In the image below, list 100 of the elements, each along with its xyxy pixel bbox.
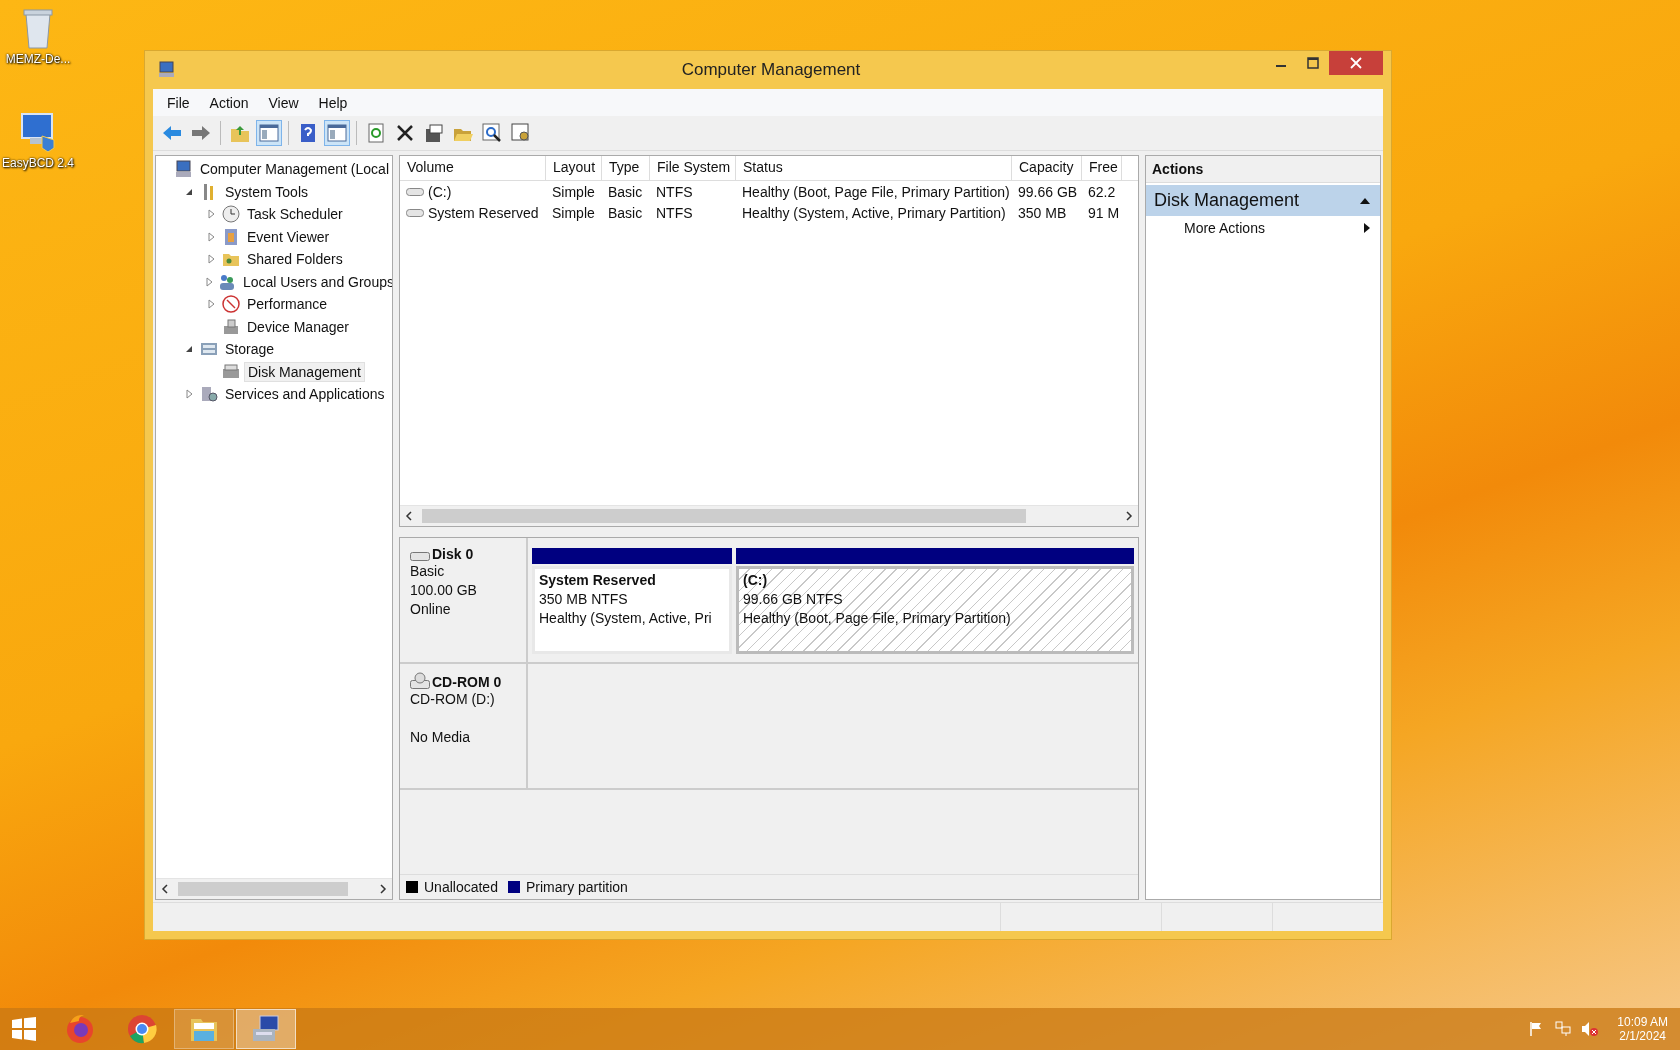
monitor-icon bbox=[174, 160, 193, 179]
disk-detail: No Media bbox=[410, 728, 471, 747]
taskbar-app-button[interactable] bbox=[236, 1009, 296, 1049]
partition-status: Healthy (System, Active, Pri bbox=[539, 609, 713, 628]
scroll-right-icon[interactable] bbox=[1124, 511, 1134, 521]
column-header[interactable]: Status bbox=[736, 156, 1012, 180]
table-cell: Simple bbox=[552, 204, 595, 221]
tree-item[interactable]: Disk Management bbox=[244, 361, 365, 382]
column-header[interactable]: File System bbox=[650, 156, 736, 180]
clock-time: 10:09 AM bbox=[1617, 1015, 1668, 1029]
actions-section-header[interactable]: Disk Management bbox=[1146, 185, 1380, 216]
taskbar-app-button[interactable] bbox=[174, 1009, 234, 1049]
table-cell: 91 M bbox=[1088, 204, 1120, 221]
tree-item[interactable]: Performance bbox=[244, 295, 331, 314]
partition-box[interactable]: (C:) 99.66 GB NTFS Healthy (Boot, Page File, Primary Partition) bbox=[736, 566, 1134, 654]
disk-icon bbox=[222, 362, 240, 381]
refresh-icon bbox=[365, 122, 387, 144]
table-cell: System Reserved bbox=[428, 204, 539, 221]
windows-logo-icon bbox=[11, 1016, 37, 1042]
maximize-icon bbox=[1307, 57, 1319, 69]
minimize-icon bbox=[1276, 65, 1286, 67]
partition-status: Healthy (Boot, Page File, Primary Partition) bbox=[743, 609, 1012, 628]
scrollbar-thumb[interactable] bbox=[178, 882, 348, 896]
partition-box[interactable]: System Reserved 350 MB NTFS Healthy (System, Active, Pri bbox=[532, 566, 732, 654]
settings-icon bbox=[510, 122, 532, 144]
log-icon bbox=[222, 227, 240, 246]
disk-detail: CD-ROM (D:) bbox=[410, 690, 496, 709]
actions-header: Actions bbox=[1146, 156, 1380, 183]
network-icon[interactable] bbox=[1555, 1021, 1572, 1037]
properties-icon bbox=[423, 122, 445, 144]
recycle-bin-icon[interactable] bbox=[20, 6, 56, 50]
partition-name: System Reserved bbox=[539, 571, 657, 590]
clock-date: 2/1/2024 bbox=[1619, 1029, 1666, 1043]
drive-icon bbox=[406, 207, 424, 218]
table-cell: NTFS bbox=[656, 204, 693, 221]
pane-button[interactable] bbox=[256, 120, 282, 146]
column-header[interactable]: Free bbox=[1082, 156, 1122, 180]
tree-item[interactable]: Event Viewer bbox=[244, 227, 333, 246]
pane-icon bbox=[326, 122, 348, 144]
table-cell: 350 MB bbox=[1018, 204, 1067, 221]
scroll-left-icon[interactable] bbox=[160, 884, 170, 894]
tree-item[interactable]: Shared Folders bbox=[244, 250, 346, 269]
firefox-icon bbox=[64, 1013, 96, 1045]
column-header[interactable]: Layout bbox=[546, 156, 602, 180]
disk-info-panel[interactable]: Disk 0 Basic 100.00 GB Online bbox=[400, 538, 528, 662]
tree-item[interactable]: System Tools bbox=[222, 182, 311, 201]
close-button[interactable] bbox=[1329, 51, 1383, 75]
table-cell: 62.2 bbox=[1088, 183, 1116, 200]
submenu-arrow-icon bbox=[1364, 223, 1370, 233]
disk-info-panel[interactable]: CD-ROM 0 CD-ROM (D:) No Media bbox=[400, 664, 528, 788]
column-header[interactable]: Type bbox=[602, 156, 650, 180]
column-header[interactable]: Volume bbox=[400, 156, 546, 180]
cd-drive-icon bbox=[410, 672, 430, 690]
action-link[interactable]: More Actions bbox=[1184, 220, 1265, 236]
menu-item[interactable]: File bbox=[157, 91, 200, 114]
table-cell: Healthy (System, Active, Primary Partition) bbox=[742, 204, 1006, 221]
scrollbar-thumb[interactable] bbox=[422, 509, 1026, 523]
scroll-right-icon[interactable] bbox=[378, 884, 388, 894]
drive-icon bbox=[406, 186, 424, 197]
scroll-left-icon[interactable] bbox=[404, 511, 414, 521]
expand-arrow-icon[interactable] bbox=[184, 389, 194, 400]
disk-detail: Online bbox=[410, 600, 452, 619]
menu-item[interactable]: View bbox=[258, 91, 309, 114]
disk-name: Disk 0 bbox=[432, 546, 474, 562]
legend-label: Primary partition bbox=[525, 879, 628, 895]
expand-arrow-icon[interactable] bbox=[206, 231, 216, 242]
tree-item[interactable]: Services and Applications bbox=[222, 385, 388, 404]
column-header[interactable]: Capacity bbox=[1012, 156, 1082, 180]
speaker-muted-icon[interactable] bbox=[1581, 1021, 1600, 1037]
table-cell: 99.66 GB bbox=[1018, 183, 1078, 200]
tree-item[interactable]: Computer Management (Local bbox=[196, 160, 392, 179]
expand-arrow-icon[interactable] bbox=[204, 276, 214, 287]
disk-detail: Basic bbox=[410, 562, 446, 581]
tree-item[interactable]: Task Scheduler bbox=[244, 205, 346, 224]
tree-item[interactable]: Device Manager bbox=[244, 317, 352, 336]
table-cell: Simple bbox=[552, 183, 595, 200]
expand-arrow-icon[interactable] bbox=[206, 299, 216, 310]
partition-size: 350 MB NTFS bbox=[539, 590, 629, 609]
pane-icon bbox=[258, 122, 280, 144]
computer-icon bbox=[157, 60, 177, 80]
disk-drive-icon bbox=[410, 550, 430, 562]
search-icon bbox=[481, 122, 503, 144]
services-icon bbox=[200, 385, 218, 404]
tree-item[interactable]: Storage bbox=[222, 340, 278, 359]
expand-arrow-icon[interactable] bbox=[206, 209, 216, 220]
table-cell: NTFS bbox=[656, 183, 693, 200]
table-cell: Basic bbox=[608, 183, 643, 200]
collapse-arrow-icon[interactable] bbox=[184, 344, 194, 355]
table-cell: Healthy (Boot, Page File, Primary Partition) bbox=[742, 183, 1010, 200]
menu-item[interactable]: Action bbox=[199, 91, 259, 114]
clock-icon bbox=[222, 205, 240, 224]
close-icon bbox=[1350, 57, 1362, 69]
menu-item[interactable]: Help bbox=[308, 91, 358, 114]
expand-arrow-icon[interactable] bbox=[206, 254, 216, 265]
window-title: Computer Management bbox=[680, 60, 862, 80]
partition-name: (C:) bbox=[743, 571, 769, 590]
chrome-icon bbox=[126, 1013, 158, 1045]
users-icon bbox=[218, 272, 236, 291]
pane-button[interactable] bbox=[324, 120, 350, 146]
legend-label: Unallocated bbox=[424, 879, 498, 895]
